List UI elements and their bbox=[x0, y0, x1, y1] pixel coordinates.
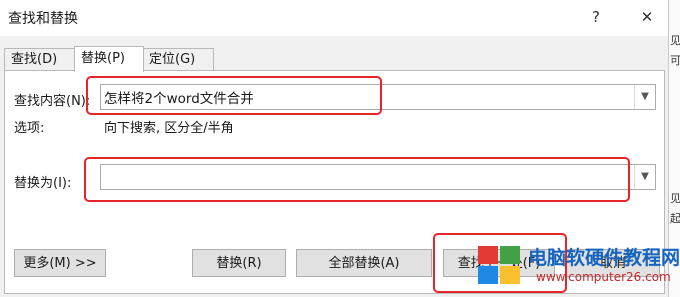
windows-logo-icon bbox=[478, 246, 524, 288]
chevron-down-icon[interactable]: ▼ bbox=[634, 85, 655, 109]
edge-char: 见 bbox=[670, 192, 680, 205]
dialog-title: 查找和替换 bbox=[8, 11, 78, 27]
replace-with-label: 替换为(I): bbox=[14, 176, 72, 191]
edge-char: 起 bbox=[670, 212, 680, 225]
tab-replace[interactable]: 替换(P) bbox=[74, 46, 144, 72]
find-replace-dialog: 查找和替换 ? ✕ 查找(D) 替换(P) 定位(G) 查找内容(N): 怎样将… bbox=[0, 0, 680, 297]
tab-find[interactable]: 查找(D) bbox=[4, 48, 76, 70]
watermark-title: 电脑软硬件教程网 bbox=[528, 247, 680, 269]
close-icon[interactable]: ✕ bbox=[634, 5, 660, 29]
edge-char: 见 bbox=[670, 34, 680, 47]
watermark-url: www.computer26.com bbox=[536, 270, 671, 284]
tab-goto[interactable]: 定位(G) bbox=[142, 48, 214, 70]
help-icon[interactable]: ? bbox=[583, 5, 609, 29]
highlight-box-find bbox=[86, 76, 382, 115]
options-value: 向下搜索, 区分全/半角 bbox=[104, 121, 234, 136]
edge-char: 可 bbox=[670, 54, 680, 67]
chevron-down-icon[interactable]: ▼ bbox=[634, 165, 655, 189]
title-bar: 查找和替换 ? ✕ bbox=[0, 0, 668, 36]
find-what-label: 查找内容(N): bbox=[14, 94, 91, 109]
highlight-box-replace bbox=[84, 157, 630, 202]
replace-all-button[interactable]: 全部替换(A) bbox=[296, 249, 432, 277]
more-button[interactable]: 更多(M) >> bbox=[14, 249, 106, 277]
replace-button[interactable]: 替换(R) bbox=[192, 249, 286, 277]
options-label: 选项: bbox=[14, 121, 45, 136]
watermark: 电脑软硬件教程网 www.computer26.com bbox=[470, 240, 680, 292]
